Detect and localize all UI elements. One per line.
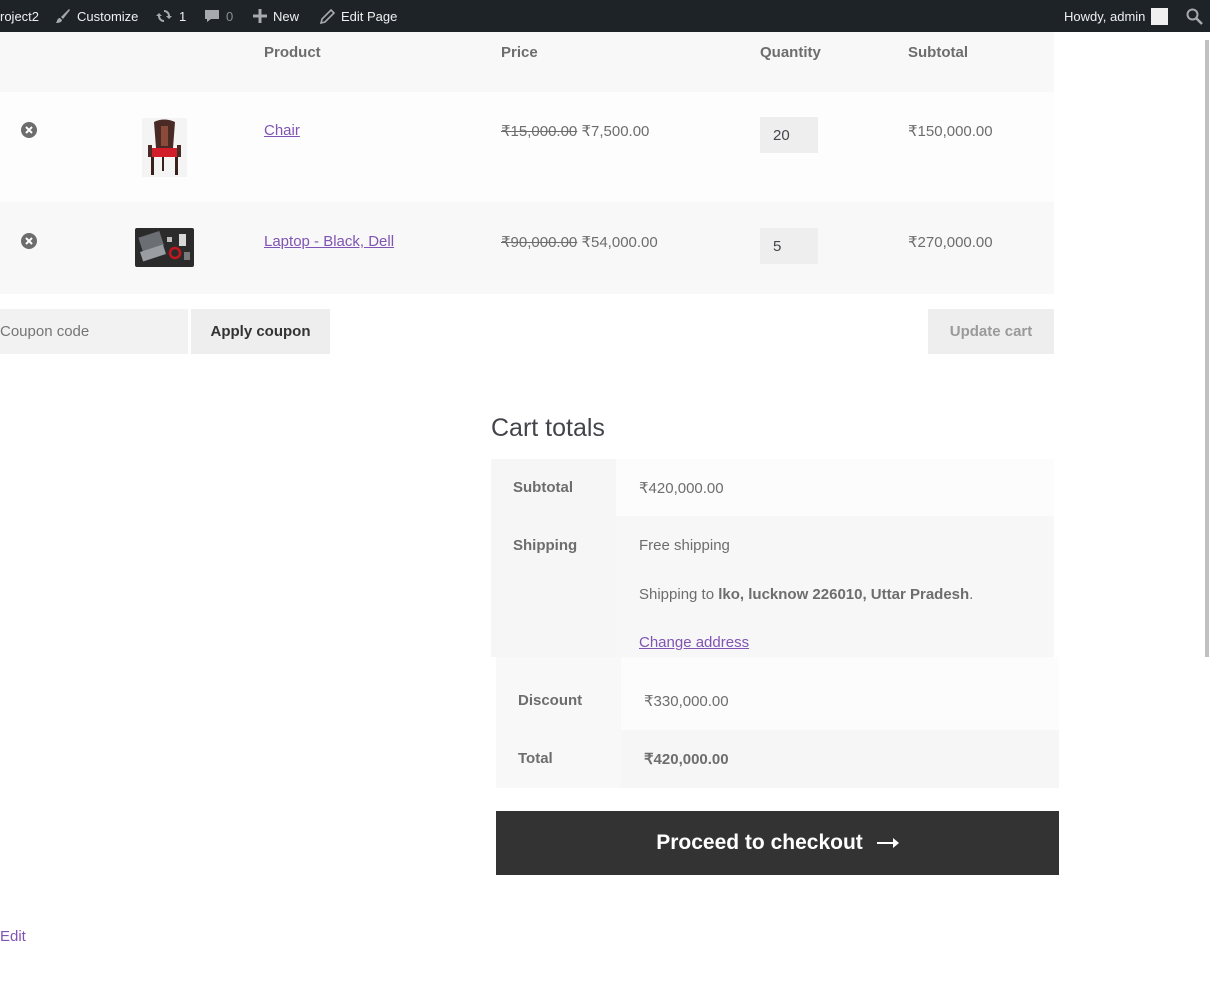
edit-post-link[interactable]: Edit [0, 928, 26, 945]
avatar [1151, 7, 1169, 25]
page-scrollbar-thumb[interactable] [1205, 40, 1209, 657]
product-name-link[interactable]: Laptop - Black, Dell [264, 233, 394, 250]
sale-price: ₹7,500.00 [581, 123, 650, 140]
chair-thumbnail[interactable] [142, 118, 187, 177]
shipping-address: lko, lucknow 226010, Uttar Pradesh [718, 586, 970, 603]
updates-icon [156, 10, 172, 22]
discount-label: Discount [518, 692, 583, 709]
regular-price: ₹90,000.00 [501, 234, 578, 251]
search-icon [1186, 8, 1203, 25]
howdy-label: Howdy, admin [1064, 8, 1146, 24]
product-price: ₹15,000.00 ₹7,500.00 [501, 122, 649, 140]
header-price: Price [501, 44, 538, 61]
shipping-method: Free shipping [639, 537, 730, 554]
checkout-label: Proceed to checkout [656, 831, 863, 854]
header-product: Product [264, 44, 321, 61]
comments-count: 0 [226, 8, 234, 24]
cart-totals-title: Cart totals [491, 414, 605, 442]
update-cart-button[interactable]: Update cart [928, 309, 1054, 354]
shipping-to-prefix: Shipping to [639, 586, 719, 603]
total-label: Total [518, 750, 553, 767]
admin-search-button[interactable] [1186, 0, 1203, 32]
subtotal-value: ₹420,000.00 [639, 480, 724, 497]
item-subtotal: ₹150,000.00 [908, 123, 993, 140]
product-name-link[interactable]: Chair [264, 122, 300, 139]
quantity-input[interactable] [760, 117, 818, 153]
admin-bar: roject2 Customize 1 0 New Edit Page Howd… [0, 0, 1210, 32]
edit-page-link[interactable]: Edit Page [320, 0, 397, 32]
updates-count: 1 [179, 8, 187, 24]
subtotal-label: Subtotal [513, 479, 573, 496]
site-name-label: roject2 [0, 8, 40, 24]
brush-icon [56, 9, 70, 23]
product-price: ₹90,000.00 ₹54,000.00 [501, 233, 658, 251]
customize-link[interactable]: Customize [55, 0, 138, 32]
remove-item-icon[interactable] [21, 122, 37, 138]
pencil-icon [320, 8, 335, 24]
regular-price: ₹15,000.00 [501, 123, 578, 140]
arrow-right-icon [876, 838, 899, 848]
shipping-to-suffix: . [969, 586, 974, 603]
site-name-link[interactable]: roject2 [0, 0, 39, 32]
proceed-to-checkout-button[interactable]: Proceed to checkout [496, 811, 1059, 875]
product-name[interactable]: Chair [264, 122, 300, 139]
header-subtotal: Subtotal [908, 44, 968, 61]
my-account-menu[interactable]: Howdy, admin [1064, 0, 1169, 32]
remove-item-icon[interactable] [21, 233, 37, 249]
discount-value: ₹330,000.00 [644, 693, 729, 710]
updates-link[interactable]: 1 [155, 0, 186, 32]
total-value: ₹420,000.00 [644, 751, 729, 768]
comment-icon [205, 10, 219, 22]
change-address-label[interactable]: Change address [639, 634, 749, 651]
cart-table-header [0, 32, 1054, 92]
item-subtotal: ₹270,000.00 [908, 234, 993, 251]
new-content-link[interactable]: New [253, 0, 299, 32]
laptop-thumbnail[interactable] [135, 228, 194, 267]
product-name[interactable]: Laptop - Black, Dell [264, 233, 394, 250]
quantity-input[interactable] [760, 228, 818, 264]
comments-link[interactable]: 0 [204, 0, 233, 32]
shipping-destination: Shipping to lko, lucknow 226010, Uttar P… [639, 586, 973, 603]
apply-coupon-button[interactable]: Apply coupon [191, 309, 330, 354]
new-label: New [273, 8, 300, 24]
sale-price: ₹54,000.00 [581, 234, 658, 251]
totals-label-column-lower [496, 657, 621, 788]
plus-icon [253, 9, 267, 23]
change-address-link[interactable]: Change address [639, 634, 749, 651]
coupon-code-input[interactable] [0, 309, 188, 354]
header-quantity: Quantity [760, 44, 821, 61]
edit-page-label: Edit Page [341, 8, 398, 24]
shipping-label: Shipping [513, 537, 578, 554]
customize-label: Customize [77, 8, 139, 24]
